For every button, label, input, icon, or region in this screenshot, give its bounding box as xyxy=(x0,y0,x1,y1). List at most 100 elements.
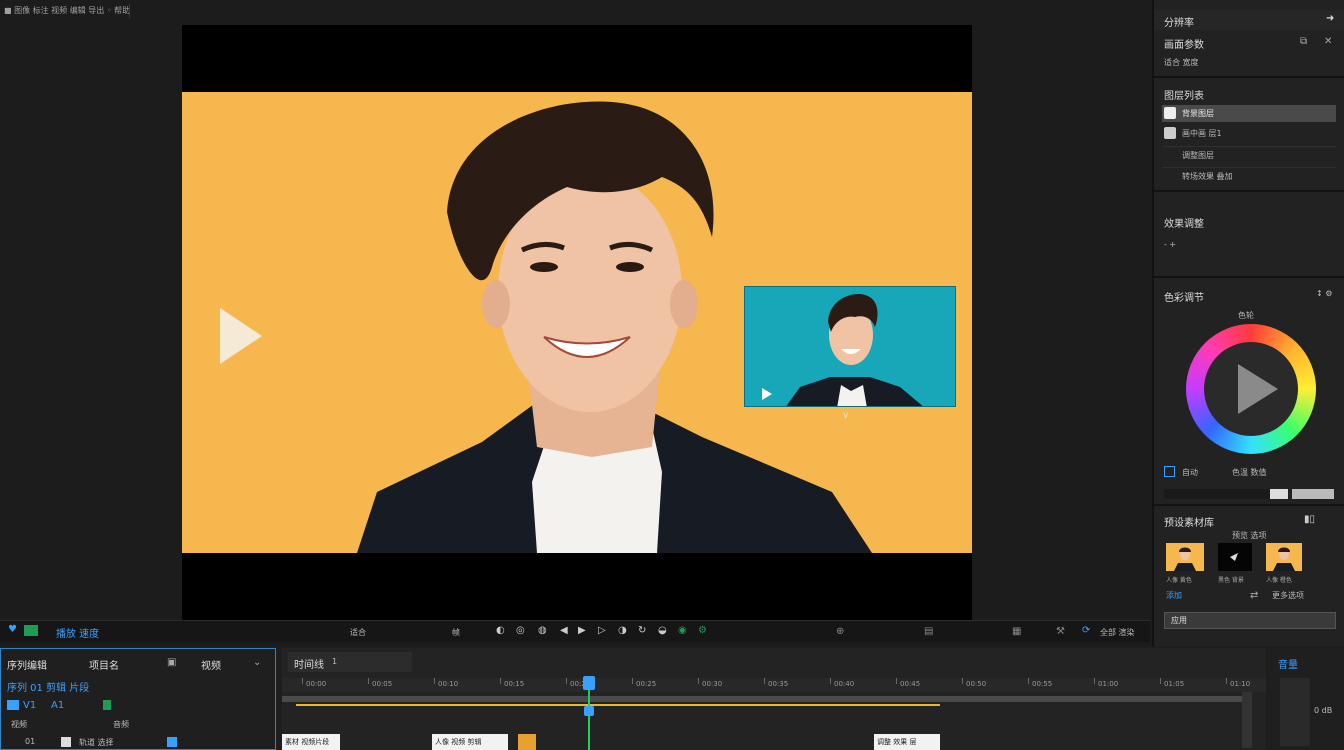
mark-out-icon[interactable]: ◒ xyxy=(658,625,667,636)
more-options-button[interactable]: 更多选项 xyxy=(1272,590,1304,601)
inspector-header: 分辨率 ➜ xyxy=(1154,10,1344,30)
loop-icon[interactable]: ↻ xyxy=(638,625,646,636)
color-corner-icons[interactable]: ↕ ⚙ xyxy=(1316,289,1332,298)
timeline-clip[interactable]: 素材 视频片段 xyxy=(282,734,340,750)
temperature-slider-handle[interactable] xyxy=(1270,489,1288,499)
timeline-clip[interactable]: 调整 效果 层 xyxy=(874,734,940,750)
timeline-scrollbar[interactable] xyxy=(1242,692,1252,748)
preset-thumbnail[interactable] xyxy=(1218,543,1252,571)
temperature-slider[interactable] xyxy=(1164,489,1272,499)
audio-meter-panel: 音量 0 dB xyxy=(1270,648,1344,750)
timeline-tab[interactable]: 时间线 1 xyxy=(288,652,412,672)
timeline-panel: 序列编辑 项目名 ▣ 视频 ⌄ 序列 01 剪辑 片段 V1 A1 视频 音频 … xyxy=(0,646,1344,750)
forward-icon[interactable]: ◑ xyxy=(618,625,627,636)
video-track-icon[interactable] xyxy=(7,700,19,710)
temperature-value-input[interactable] xyxy=(1292,489,1334,499)
track-name-label[interactable]: 序列 01 剪辑 片段 xyxy=(7,679,89,694)
apply-button-label: 应用 xyxy=(1171,616,1187,625)
color-title: 色彩调节 xyxy=(1164,293,1204,304)
ruler-label: 00:10 xyxy=(438,680,459,688)
ruler-label: 00:40 xyxy=(834,680,855,688)
project-name-tab[interactable]: 项目名 xyxy=(89,657,119,672)
close-icon[interactable]: ✕ xyxy=(1324,36,1332,47)
sequence-edit-tab[interactable]: 序列编辑 xyxy=(7,657,47,672)
footer-toggle[interactable] xyxy=(167,737,177,747)
ruler-tick xyxy=(1160,678,1161,684)
layer-row[interactable]: 调整图层 xyxy=(1162,146,1336,163)
adjust-value[interactable]: - + xyxy=(1164,240,1176,249)
track-select-label[interactable]: 轨道 选择 xyxy=(79,737,114,748)
grid-icon[interactable]: ▦ xyxy=(1012,626,1021,637)
previous-frame-icon[interactable]: ◀ xyxy=(560,625,568,636)
playback-speed-label[interactable]: 播放 速度 xyxy=(56,625,99,640)
swap-icon[interactable]: ⇄ xyxy=(1250,590,1258,601)
grid-view-icon[interactable]: ▮▯ xyxy=(1304,514,1315,525)
layer-row[interactable]: 转场效果 叠加 xyxy=(1162,167,1336,184)
volume-db: 0 dB xyxy=(1314,706,1333,715)
color-wheel-label: 色轮 xyxy=(1238,311,1254,320)
ruler-tick xyxy=(764,678,765,684)
fit-label[interactable]: 适合 xyxy=(350,627,366,638)
folder-icon[interactable]: ▣ xyxy=(167,657,176,668)
divider xyxy=(1154,190,1344,192)
mark-in-icon[interactable]: ◐ xyxy=(496,625,505,636)
playhead-marker[interactable] xyxy=(584,706,594,716)
ruler-label: 01:00 xyxy=(1098,680,1119,688)
time-ruler[interactable]: 00:00 00:05 00:10 00:15 00:20 00:25 00:30 00:35… xyxy=(282,678,1316,692)
frame-label[interactable]: 帧 xyxy=(452,627,460,638)
layer-label: 转场效果 叠加 xyxy=(1182,172,1233,181)
track-lock-icon[interactable] xyxy=(103,700,111,710)
step-back-icon[interactable]: ◎ xyxy=(516,625,525,636)
wheel-play-icon[interactable] xyxy=(1236,362,1280,416)
settings-icon[interactable]: ⚙ xyxy=(698,625,707,636)
timeline-clip[interactable]: 人像 视频 剪辑 xyxy=(432,734,508,750)
adjust-title: 效果调整 xyxy=(1164,219,1204,230)
play-glyph: ▶ xyxy=(218,306,219,307)
color-wheel[interactable] xyxy=(1186,324,1316,454)
audio-level-line xyxy=(296,704,940,706)
project-panel[interactable]: 序列编辑 项目名 ▣ 视频 ⌄ 序列 01 剪辑 片段 V1 A1 视频 音频 … xyxy=(0,648,276,750)
wrench-icon[interactable]: ⚒ xyxy=(1056,626,1065,637)
video-dropdown[interactable]: 视频 xyxy=(201,657,221,672)
zoom-icon[interactable]: ⊕ xyxy=(836,626,844,637)
footer-checkbox[interactable] xyxy=(61,737,71,747)
ruler-tick xyxy=(368,678,369,684)
section-title-params: 画面参数 xyxy=(1164,40,1204,51)
layer-row[interactable]: 画中画 层1 xyxy=(1162,125,1336,142)
apply-button[interactable]: 应用 xyxy=(1164,612,1336,629)
link-icon[interactable]: ⧉ xyxy=(1300,36,1307,47)
temperature-label: 色温 数值 xyxy=(1232,468,1267,477)
window-title-tab[interactable]: ■ 图像 标注 视频 编辑 导出 ◦ 帮助 ✕ xyxy=(4,4,130,18)
ruler-label: 00:35 xyxy=(768,680,789,688)
arrow-right-icon[interactable]: ➜ xyxy=(1326,13,1334,24)
ruler-label: 00:30 xyxy=(702,680,723,688)
timeline-tracks[interactable]: 时间线 1 00:00 00:05 00:10 00:15 00:20 00:25 00:3… xyxy=(282,648,1316,750)
playhead-handle[interactable] xyxy=(583,676,595,690)
render-icon[interactable]: ⟳ xyxy=(1082,625,1090,636)
add-preset-button[interactable]: 添加 xyxy=(1166,590,1182,601)
clip-label: 调整 效果 层 xyxy=(877,738,917,746)
render-all-label[interactable]: 全部 渲染 xyxy=(1100,627,1135,638)
clip-thumbnail-icon[interactable] xyxy=(518,734,536,750)
volume-meter[interactable] xyxy=(1280,678,1310,746)
next-frame-icon[interactable]: ▷ xyxy=(598,625,606,636)
preset-label: 人像 黄色 xyxy=(1166,577,1192,584)
play-pause-icon[interactable]: ▶ xyxy=(578,625,586,636)
fit-width-option[interactable]: 适合 宽度 xyxy=(1164,57,1199,68)
auto-checkbox[interactable] xyxy=(1164,466,1175,477)
preset-thumbnail[interactable] xyxy=(1166,543,1204,571)
safe-zone-icon[interactable] xyxy=(24,625,38,636)
pip-expand-icon[interactable]: ∨ xyxy=(842,410,849,421)
pip-play-icon[interactable] xyxy=(761,387,773,401)
picture-in-picture-preview[interactable] xyxy=(744,286,956,407)
chevron-down-icon[interactable]: ⌄ xyxy=(253,657,261,668)
export-frame-icon[interactable]: ◉ xyxy=(678,625,687,636)
rewind-icon[interactable]: ◍ xyxy=(538,625,547,636)
preset-thumbnail[interactable] xyxy=(1266,543,1302,571)
auto-checkbox-label: 自动 xyxy=(1182,468,1198,477)
play-icon[interactable] xyxy=(218,306,264,369)
work-area-bar[interactable] xyxy=(282,696,1252,702)
heart-icon[interactable]: ♥ xyxy=(8,624,17,635)
layout-icon[interactable]: ▤ xyxy=(924,626,933,637)
layer-row-selected[interactable]: 背景图层 xyxy=(1162,105,1336,122)
